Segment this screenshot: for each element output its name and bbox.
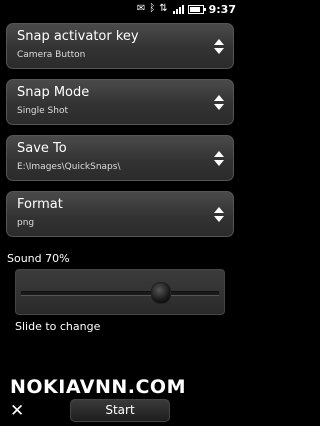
network-icon: ⇅ [159, 3, 168, 14]
setting-value: Camera Button [17, 50, 86, 60]
watermark-text: NOKIAVNN.COM [10, 376, 186, 398]
setting-value: Single Shot [17, 106, 68, 116]
softkey-bar: ✕ Start [0, 396, 240, 426]
setting-title: Snap activator key [17, 29, 139, 44]
signal-icon [172, 4, 184, 14]
status-bar: ✉ ᛒ ⇅ 9:37 [0, 0, 240, 18]
battery-icon [187, 4, 206, 14]
clock: 9:37 [208, 2, 236, 16]
setting-snap-mode[interactable]: Snap Mode Single Shot [6, 79, 234, 125]
slider-track[interactable] [21, 291, 219, 296]
sound-slider[interactable] [15, 269, 225, 315]
up-down-arrows-icon[interactable] [214, 150, 224, 168]
slider-thumb[interactable] [150, 282, 171, 304]
bluetooth-icon: ᛒ [149, 3, 156, 14]
close-icon[interactable]: ✕ [10, 401, 24, 421]
setting-format[interactable]: Format png [6, 191, 234, 237]
up-down-arrows-icon[interactable] [214, 38, 224, 56]
up-down-arrows-icon[interactable] [214, 206, 224, 224]
setting-title: Snap Mode [17, 85, 90, 100]
setting-title: Save To [17, 141, 67, 156]
setting-title: Format [17, 197, 63, 212]
start-button[interactable]: Start [70, 399, 170, 422]
setting-save-to[interactable]: Save To E:\Images\QuickSnaps\ [6, 135, 234, 181]
sound-label: Sound 70% [7, 252, 70, 265]
setting-value: png [17, 218, 35, 228]
message-icon: ✉ [136, 3, 146, 14]
up-down-arrows-icon[interactable] [214, 94, 224, 112]
setting-snap-activator-key[interactable]: Snap activator key Camera Button [6, 23, 234, 69]
setting-value: E:\Images\QuickSnaps\ [17, 162, 121, 172]
slider-hint: Slide to change [15, 320, 101, 333]
